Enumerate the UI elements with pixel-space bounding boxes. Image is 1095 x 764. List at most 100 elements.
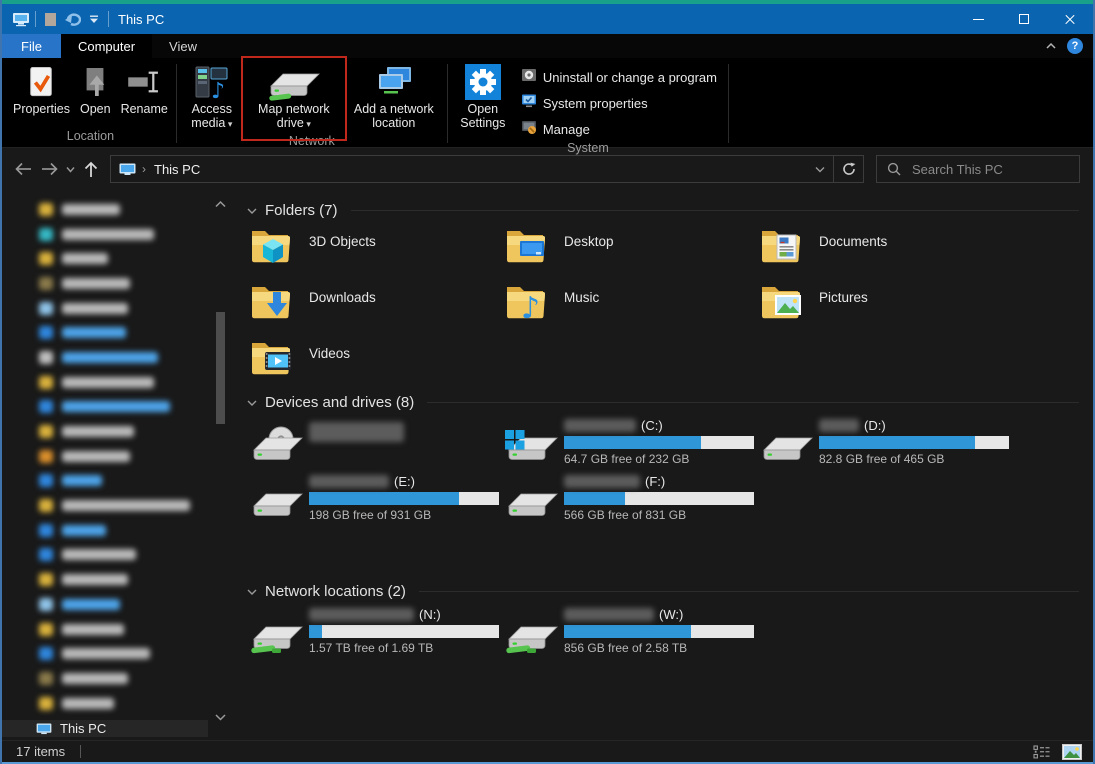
help-button[interactable]: ?	[1067, 38, 1083, 54]
sidebar-item-redacted[interactable]	[2, 197, 230, 222]
tile-grid: (N:)1.57 TB free of 1.69 TB (W:)856 GB f…	[238, 604, 1093, 656]
folder-tile-desktop[interactable]: Desktop	[505, 227, 760, 279]
sidebar-item-redacted[interactable]	[2, 592, 230, 617]
sidebar-item-redacted[interactable]	[2, 444, 230, 469]
sidebar-item-redacted[interactable]	[2, 691, 230, 716]
free-space-text: 64.7 GB free of 232 GB	[564, 452, 754, 466]
section-header-devices-and-drives-8[interactable]: Devices and drives (8)	[238, 394, 1079, 411]
sidebar-item-icon	[39, 203, 53, 216]
search-box[interactable]	[876, 155, 1080, 183]
sidebar-item-redacted[interactable]	[2, 567, 230, 592]
rename-button[interactable]: Rename	[116, 60, 173, 118]
minimize-icon	[973, 19, 984, 20]
close-button[interactable]	[1047, 4, 1093, 34]
sidebar-item-redacted[interactable]	[2, 222, 230, 247]
up-button[interactable]	[78, 155, 104, 183]
manage-button[interactable]: Manage	[521, 119, 717, 140]
section-header-network-locations-2[interactable]: Network locations (2)	[238, 583, 1079, 600]
folder-desktop-icon	[505, 227, 551, 279]
add-a-network-location-button[interactable]: Add a network location	[344, 60, 444, 133]
folder-tile-downloads[interactable]: Downloads	[250, 283, 505, 335]
drive-tile-f[interactable]: (F:)566 GB free of 831 GB	[505, 471, 760, 523]
drive-tile-e[interactable]: (E:)198 GB free of 931 GB	[250, 471, 505, 523]
large-icons-view-button[interactable]	[1061, 743, 1083, 761]
tab-view[interactable]: View	[152, 34, 214, 58]
folder-tile-label: 3D Objects	[309, 234, 376, 279]
minimize-button[interactable]	[955, 4, 1001, 34]
drive-info: (D:)82.8 GB free of 465 GB	[819, 415, 1009, 467]
sidebar-item-redacted[interactable]	[2, 493, 230, 518]
sidebar-item-redacted[interactable]	[2, 320, 230, 345]
properties-button[interactable]: Properties	[8, 60, 75, 118]
drive-tile-w[interactable]: (W:)856 GB free of 2.58 TB	[505, 604, 760, 656]
menu-item-label: Manage	[543, 122, 590, 137]
details-view-button[interactable]	[1030, 743, 1052, 761]
minimize-ribbon-button[interactable]	[1045, 37, 1057, 55]
tab-computer[interactable]: Computer	[61, 34, 152, 58]
maximize-button[interactable]	[1001, 4, 1047, 34]
refresh-button[interactable]	[834, 155, 864, 183]
tab-file[interactable]: File	[2, 34, 61, 58]
sidebar-scrollbar[interactable]	[214, 190, 227, 740]
sidebar-item-redacted[interactable]	[2, 666, 230, 691]
address-bar[interactable]: › This PC	[110, 155, 834, 183]
drive-info: (F:)566 GB free of 831 GB	[564, 471, 754, 523]
sidebar-item-icon	[39, 351, 53, 364]
items-count: 17 items	[16, 744, 65, 759]
drive-name: (N:)	[309, 606, 499, 622]
recent-locations-dropdown[interactable]	[62, 155, 78, 183]
system-properties-button[interactable]: System properties	[521, 93, 717, 114]
drive-tile-n[interactable]: (N:)1.57 TB free of 1.69 TB	[250, 604, 505, 656]
open-button[interactable]: Open	[75, 60, 116, 118]
network-drive-icon	[505, 615, 559, 656]
open-settings-button[interactable]: Open Settings	[451, 60, 515, 133]
sidebar-item-redacted[interactable]	[2, 617, 230, 642]
drive-tile-redacted[interactable]	[250, 415, 505, 467]
folder-tile-pictures[interactable]: Pictures	[760, 283, 1015, 335]
address-dropdown-button[interactable]	[807, 156, 833, 182]
sidebar-item-redacted[interactable]	[2, 395, 230, 420]
sidebar-item-redacted[interactable]	[2, 543, 230, 568]
sidebar-item-icon	[39, 623, 53, 636]
drive-tile-c[interactable]: (C:)64.7 GB free of 232 GB	[505, 415, 760, 467]
network-drive-icon	[250, 615, 304, 656]
section-header-folders-7[interactable]: Folders (7)	[238, 202, 1079, 219]
drive-tile-d[interactable]: (D:)82.8 GB free of 465 GB	[760, 415, 1015, 467]
rename-icon	[127, 64, 161, 100]
scroll-down-icon[interactable]	[214, 709, 227, 727]
sidebar-item-redacted[interactable]	[2, 370, 230, 395]
capacity-bar-fill	[564, 625, 691, 638]
map-network-drive-button[interactable]: Map network drive ▾	[244, 60, 344, 133]
sidebar-item-redacted[interactable]	[2, 641, 230, 666]
breadcrumb-chevron-icon[interactable]: ›	[142, 162, 146, 176]
sidebar-item-redacted[interactable]	[2, 518, 230, 543]
sidebar-item-redacted[interactable]	[2, 246, 230, 271]
scroll-up-icon[interactable]	[214, 196, 227, 214]
folder-tile-documents[interactable]: Documents	[760, 227, 1015, 279]
folder-tile-3d-objects[interactable]: 3D Objects	[250, 227, 505, 279]
collapse-chevron-icon	[246, 397, 258, 409]
back-button[interactable]	[10, 155, 36, 183]
sidebar-item-redacted[interactable]	[2, 271, 230, 296]
folder-tile-music[interactable]: ♪Music	[505, 283, 760, 335]
sidebar-this-pc-label: This PC	[60, 721, 106, 736]
folder-tile-label: Music	[564, 290, 599, 335]
forward-button[interactable]	[36, 155, 62, 183]
menu-item-label: Uninstall or change a program	[543, 70, 717, 85]
breadcrumb-location[interactable]: This PC	[154, 162, 200, 177]
sidebar-item-redacted[interactable]	[2, 469, 230, 494]
undo-icon[interactable]	[61, 8, 83, 30]
uninstall-or-change-a-program-button[interactable]: Uninstall or change a program	[521, 67, 717, 88]
search-input[interactable]	[910, 161, 1090, 178]
folder-tile-label: Videos	[309, 346, 350, 391]
sidebar-item-this-pc[interactable]: This PC	[2, 720, 208, 737]
sidebar-item-redacted[interactable]	[2, 345, 230, 370]
quick-access-properties-icon[interactable]	[39, 8, 61, 30]
folder-tile-videos[interactable]: Videos	[250, 339, 505, 391]
ribbon-button-label: Add a network location	[349, 102, 439, 131]
customize-quick-access-icon[interactable]	[83, 8, 105, 30]
sidebar-item-redacted[interactable]	[2, 296, 230, 321]
access-media-button[interactable]: ♪Access media ▾	[180, 60, 244, 133]
scrollbar-thumb[interactable]	[216, 312, 225, 424]
sidebar-item-redacted[interactable]	[2, 419, 230, 444]
